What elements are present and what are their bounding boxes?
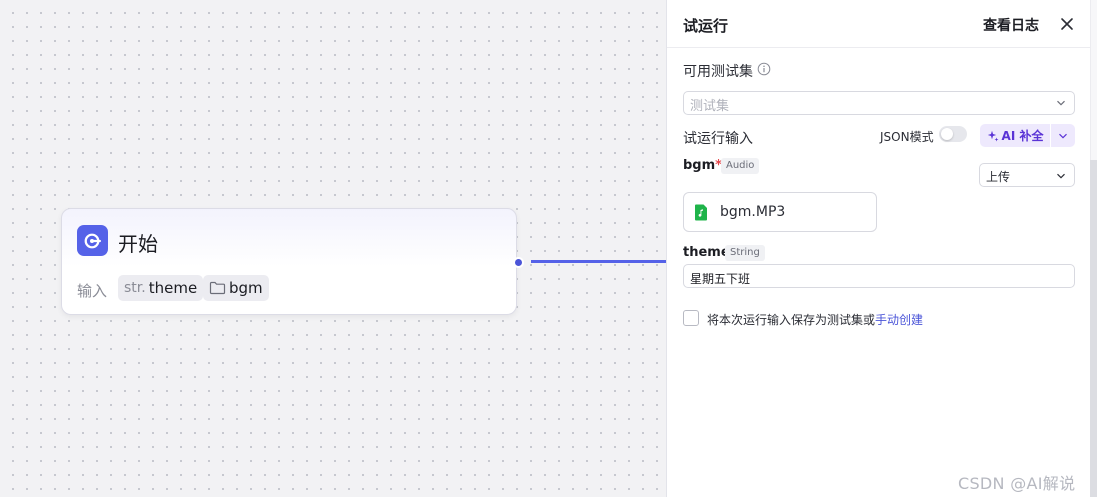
param-tag-bgm: bgm	[203, 275, 269, 301]
testset-select[interactable]: 测试集	[683, 91, 1075, 115]
info-icon[interactable]	[757, 62, 771, 76]
manual-create-link[interactable]: 手动创建	[875, 313, 923, 327]
theme-field-label: theme	[683, 245, 730, 260]
bgm-field-label: bgm*	[683, 158, 722, 173]
watermark: CSDN @AI解说	[958, 474, 1076, 493]
sparkle-icon	[987, 130, 999, 141]
chevron-down-icon	[1057, 100, 1065, 106]
connection-edge[interactable]	[531, 260, 666, 263]
start-node-icon	[77, 225, 108, 256]
folder-icon	[209, 281, 226, 295]
chevron-down-icon	[1057, 173, 1065, 179]
bgm-source-value: 上传	[986, 170, 1011, 184]
json-mode-label: JSON模式	[880, 130, 934, 144]
start-node[interactable]: 开始 输入 str. theme bgm	[61, 208, 517, 315]
type-badge-string: String	[725, 245, 765, 261]
save-testset-checkbox[interactable]	[683, 310, 699, 326]
bgm-name: bgm	[683, 158, 716, 173]
ai-fill-dropdown[interactable]	[1051, 124, 1075, 147]
testset-placeholder: 测试集	[690, 99, 730, 114]
panel-header: 试运行 查看日志	[667, 0, 1090, 48]
chevron-down-icon	[1059, 133, 1067, 139]
ai-fill-label: AI 补全	[1001, 129, 1044, 143]
type-badge-audio: Audio	[721, 158, 760, 174]
testset-label: 可用测试集	[683, 64, 753, 80]
start-node-output-port[interactable]	[513, 257, 524, 268]
start-node-input-label: 输入	[77, 282, 108, 300]
param-name-theme: theme	[148, 279, 198, 297]
audio-file-icon	[695, 204, 707, 221]
save-testset-text: 将本次运行输入保存为测试集或手动创建	[707, 311, 923, 328]
theme-input[interactable]	[683, 264, 1075, 288]
run-input-label: 试运行输入	[683, 131, 753, 147]
scrollbar[interactable]	[1090, 160, 1097, 497]
save-testset-label: 将本次运行输入保存为测试集或	[707, 313, 876, 327]
param-name-bgm: bgm	[229, 279, 263, 297]
close-icon[interactable]	[1057, 14, 1077, 34]
view-log-button[interactable]: 查看日志	[983, 15, 1039, 35]
start-node-title: 开始	[118, 232, 158, 256]
scrollbar-area	[1090, 0, 1097, 160]
param-tag-theme: str. theme	[118, 275, 204, 301]
test-run-panel: 试运行 查看日志 可用测试集 测试集 试运行输入 JSON模式 AI 补全 bg…	[666, 0, 1090, 497]
bgm-source-select[interactable]: 上传	[979, 163, 1075, 187]
panel-title: 试运行	[683, 17, 729, 35]
ai-fill-button[interactable]: AI 补全	[980, 124, 1050, 147]
file-name: bgm.MP3	[720, 204, 786, 220]
string-type-prefix: str.	[124, 280, 146, 296]
bgm-file-card[interactable]: bgm.MP3	[683, 192, 877, 232]
json-mode-toggle[interactable]	[939, 126, 967, 142]
